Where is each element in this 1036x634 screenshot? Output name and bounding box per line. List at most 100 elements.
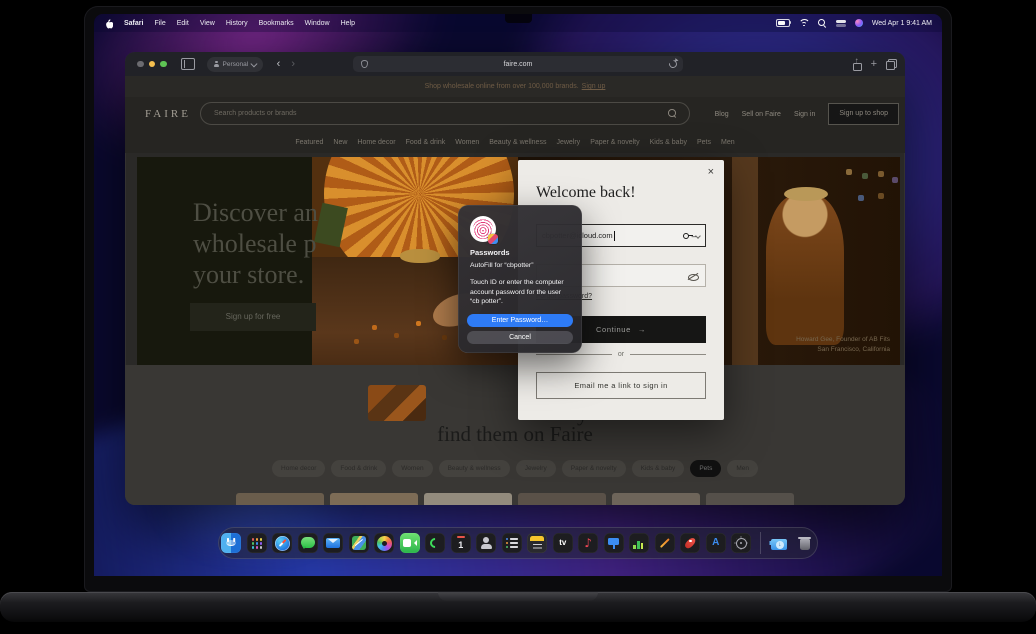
notes-dock-icon[interactable] [527,533,548,553]
music-dock-icon[interactable]: ♪ [578,533,599,553]
signup-free-button[interactable]: Sign up for free [190,303,316,331]
reload-icon[interactable] [669,60,677,68]
control-center-icon[interactable] [835,19,846,27]
system-settings-dock-icon[interactable] [731,533,752,553]
battery-icon[interactable] [775,19,792,27]
address-bar[interactable]: faire.com [353,56,683,72]
nav-home-decor[interactable]: Home decor [357,139,395,146]
pill-jewelry[interactable]: Jewelry [515,460,556,477]
contacts-dock-icon[interactable] [476,533,497,553]
nav-featured[interactable]: Featured [295,139,323,146]
share-icon[interactable] [852,56,862,71]
pill-pets-selected[interactable]: Pets [690,460,722,477]
tab-overview-icon[interactable] [886,58,897,70]
close-window-button[interactable] [137,60,144,68]
search-icon[interactable] [668,109,677,118]
sell-on-faire-link[interactable]: Sell on Faire [742,111,781,118]
facetime-dock-icon[interactable] [399,533,420,553]
pill-kids[interactable]: Kids & baby [631,460,685,477]
laptop-bezel: Safari File Edit View History Bookmarks … [84,6,952,592]
finder-dock-icon[interactable] [221,533,242,553]
camera-notch [505,14,532,23]
safari-dock-icon[interactable] [272,533,293,553]
menu-item-bookmarks[interactable]: Bookmarks [259,20,294,27]
site-search-input[interactable]: Search products or brands [200,102,690,125]
hero-heading: Discover an wholesale p your store. [193,198,318,289]
apple-menu-icon[interactable] [104,18,114,29]
launchpad-dock-icon[interactable] [246,533,267,553]
close-icon[interactable]: × [708,166,714,178]
pages-dock-icon[interactable] [654,533,675,553]
dialog-app-name: Passwords [470,248,510,257]
menu-bar-clock[interactable]: Wed Apr 1 9:41 AM [872,20,932,27]
mail-dock-icon[interactable] [323,533,344,553]
pill-home-decor[interactable]: Home decor [272,460,326,477]
sign-in-link[interactable]: Sign in [794,111,815,118]
promo-banner: Shop wholesale online from over 100,000 … [125,76,905,97]
nav-women[interactable]: Women [455,139,479,146]
nav-food-drink[interactable]: Food & drink [406,139,446,146]
cancel-button[interactable]: Cancel [467,331,573,344]
siri-icon[interactable] [854,19,863,27]
nav-beauty[interactable]: Beauty & wellness [489,139,546,146]
touch-id-dialog: Passwords AutoFill for “cbpotter” Touch … [458,205,582,353]
minimize-window-button[interactable] [148,60,155,68]
sidebar-toggle-icon[interactable] [180,58,195,70]
pill-food-drink[interactable]: Food & drink [331,460,387,477]
rocket-dock-icon[interactable] [680,533,701,553]
keynote-dock-icon[interactable] [603,533,624,553]
signup-to-shop-button[interactable]: Sign up to shop [828,103,899,125]
nav-jewelry[interactable]: Jewelry [556,139,580,146]
menu-item-help[interactable]: Help [341,20,355,27]
forward-button[interactable]: › [291,58,295,70]
calendar-dock-icon[interactable]: 1 [450,533,471,553]
pill-paper[interactable]: Paper & novelty [561,460,626,477]
category-pill-row: Home decor Food & drink Women Beauty & w… [125,460,905,477]
arrow-right-icon: → [637,325,646,334]
wifi-icon[interactable] [799,19,809,27]
nav-paper[interactable]: Paper & novelty [590,139,639,146]
privacy-shield-icon[interactable] [361,59,368,68]
dialog-body-text: Touch ID or enter the computer account p… [470,279,564,305]
menu-item-window[interactable]: Window [305,20,330,27]
photos-dock-icon[interactable] [374,533,395,553]
show-password-icon[interactable] [687,271,699,282]
enter-password-button[interactable]: Enter Password… [467,314,573,327]
pill-men[interactable]: Men [727,460,758,477]
menu-item-edit[interactable]: Edit [177,20,189,27]
zoom-window-button[interactable] [160,60,167,68]
email-link-button[interactable]: Email me a link to sign in [536,372,706,399]
messages-dock-icon[interactable] [297,533,318,553]
pill-women[interactable]: Women [392,460,433,477]
spotlight-icon[interactable] [817,18,827,28]
menu-item-view[interactable]: View [200,20,215,27]
reminders-dock-icon[interactable] [501,533,522,553]
nav-new[interactable]: New [333,139,347,146]
back-button[interactable]: ‹ [277,58,281,70]
nav-men[interactable]: Men [721,139,735,146]
new-tab-icon[interactable]: + [871,58,877,70]
dock: 1 tv ♪ A [218,527,818,559]
laptop-base [0,592,1036,622]
trash-dock-icon[interactable] [795,533,815,553]
product-card-strip [125,493,905,505]
numbers-dock-icon[interactable] [629,533,650,553]
maps-dock-icon[interactable] [348,533,369,553]
tv-dock-icon[interactable]: tv [552,533,573,553]
banner-signup-link[interactable]: Sign up [582,83,606,90]
blog-link[interactable]: Blog [715,111,729,118]
nav-kids[interactable]: Kids & baby [650,139,687,146]
autofill-key-button[interactable] [683,231,701,240]
faire-logo[interactable]: FAIRE [145,108,191,120]
phone-dock-icon[interactable] [425,533,446,553]
url-text: faire.com [503,60,533,68]
safari-toolbar: Personal ‹ › faire.com + [125,52,905,76]
menu-item-safari[interactable]: Safari [124,20,143,27]
nav-pets[interactable]: Pets [697,139,711,146]
app-store-dock-icon[interactable]: A [705,533,726,553]
profile-switcher[interactable]: Personal [206,56,263,72]
pill-beauty[interactable]: Beauty & wellness [438,460,510,477]
menu-item-history[interactable]: History [226,20,248,27]
downloads-folder-dock-icon[interactable] [769,533,789,553]
menu-item-file[interactable]: File [154,20,165,27]
